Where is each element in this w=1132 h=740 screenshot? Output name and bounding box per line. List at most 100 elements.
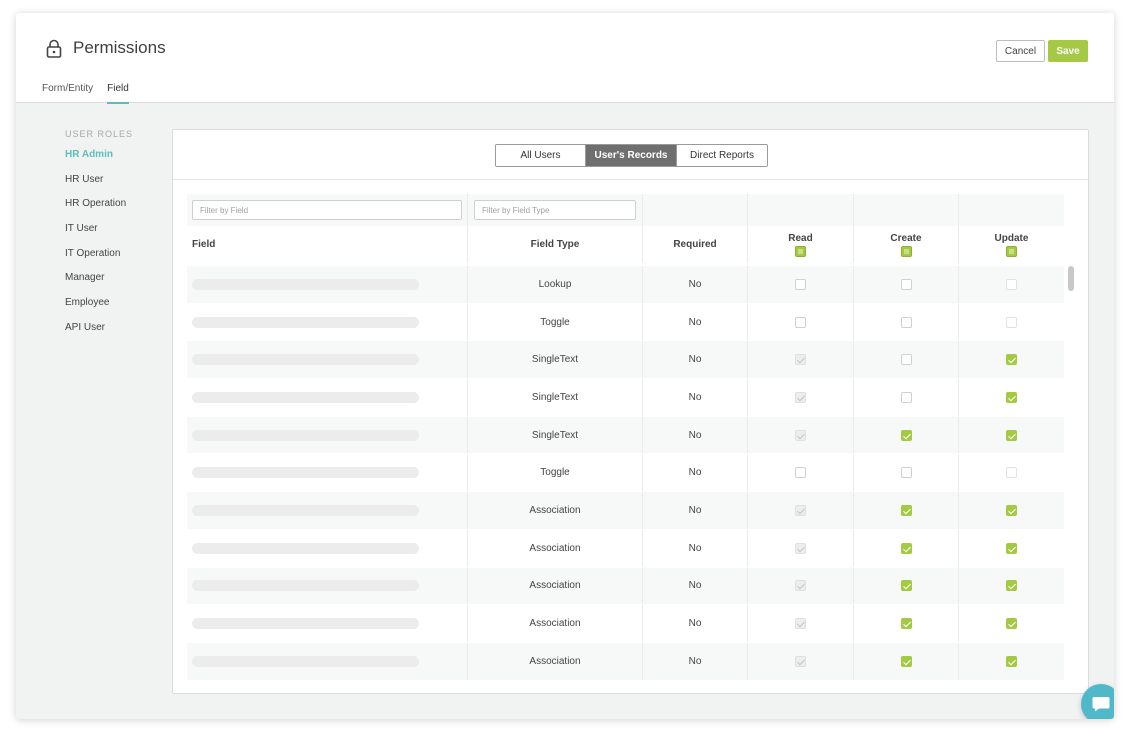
view-tabs: Form/Entity Field — [42, 83, 129, 104]
create-checkbox[interactable] — [900, 467, 912, 479]
field-type-value: SingleText — [531, 391, 579, 403]
create-checkbox[interactable] — [900, 505, 912, 517]
header-row: Field Field Type Required Read Create Up… — [187, 226, 1064, 263]
field-type-value: SingleText — [531, 354, 579, 366]
page-title: Permissions — [73, 38, 166, 57]
filter-field-input[interactable] — [192, 200, 462, 220]
read-checkbox[interactable] — [795, 278, 806, 290]
required-value: No — [688, 429, 702, 441]
field-name-placeholder — [192, 580, 419, 592]
create-checkbox[interactable] — [900, 580, 912, 592]
role-it-user[interactable]: IT User — [65, 223, 133, 248]
filter-row — [187, 194, 1064, 226]
create-checkbox[interactable] — [900, 655, 912, 667]
chat-button[interactable] — [1081, 684, 1114, 719]
permissions-window: Permissions Form/Entity Field Cancel Sav… — [16, 13, 1114, 719]
field-name-placeholder — [192, 467, 419, 479]
read-checkbox — [795, 655, 806, 667]
read-checkbox — [795, 542, 806, 554]
update-checkbox[interactable] — [1006, 580, 1017, 592]
field-name-placeholder — [192, 354, 419, 366]
role-it-operation[interactable]: IT Operation — [65, 248, 133, 273]
create-checkbox[interactable] — [900, 391, 912, 403]
required-value: No — [688, 467, 702, 479]
required-value: No — [688, 505, 702, 517]
create-checkbox[interactable] — [900, 316, 912, 328]
role-hr-admin[interactable]: HR Admin — [65, 149, 133, 174]
scope-all-users[interactable]: All Users — [496, 145, 586, 166]
user-roles-list: USER ROLES HR Admin HR User HR Operation… — [65, 129, 133, 347]
col-header-create: Create — [890, 232, 922, 244]
select-all-read-checkbox[interactable] — [795, 245, 806, 257]
required-value: No — [688, 316, 702, 328]
scope-users-records[interactable]: User's Records — [586, 145, 677, 166]
field-name-placeholder — [192, 278, 419, 290]
update-checkbox[interactable] — [1006, 354, 1017, 366]
table-row: Toggle No — [187, 303, 1064, 341]
table-row: Association No — [187, 529, 1064, 567]
update-checkbox[interactable] — [1006, 467, 1017, 479]
table-row: Lookup No — [187, 266, 1064, 303]
update-checkbox[interactable] — [1006, 618, 1017, 630]
table-row: Toggle No — [187, 454, 1064, 492]
role-api-user[interactable]: API User — [65, 322, 133, 347]
table-row: SingleText No — [187, 341, 1064, 379]
table-scrollbar[interactable] — [1068, 266, 1074, 291]
update-checkbox[interactable] — [1006, 391, 1017, 403]
read-checkbox — [795, 505, 806, 517]
role-hr-operation[interactable]: HR Operation — [65, 198, 133, 223]
table-row: Association No — [187, 605, 1064, 642]
role-employee[interactable]: Employee — [65, 297, 133, 322]
read-checkbox — [795, 429, 806, 441]
create-checkbox[interactable] — [900, 278, 912, 290]
scope-segmented-control: All Users User's Records Direct Reports — [495, 144, 768, 167]
user-roles-heading: USER ROLES — [65, 129, 134, 139]
create-checkbox[interactable] — [900, 429, 912, 441]
update-checkbox[interactable] — [1006, 505, 1017, 517]
panel-divider — [173, 179, 1088, 180]
create-checkbox[interactable] — [900, 354, 912, 366]
col-header-field-type: Field Type — [530, 239, 580, 250]
update-checkbox[interactable] — [1006, 655, 1017, 667]
field-type-value: Association — [529, 542, 581, 554]
field-name-placeholder — [192, 391, 419, 403]
update-checkbox[interactable] — [1006, 542, 1017, 554]
tab-field[interactable]: Field — [107, 83, 129, 104]
field-type-value: Lookup — [538, 278, 572, 290]
save-button[interactable]: Save — [1048, 40, 1088, 62]
create-checkbox[interactable] — [900, 542, 912, 554]
field-name-placeholder — [192, 505, 419, 517]
select-all-create-checkbox[interactable] — [900, 245, 912, 257]
filter-field-type-input[interactable] — [474, 200, 636, 220]
read-checkbox[interactable] — [795, 467, 806, 479]
required-value: No — [688, 618, 702, 630]
table-row: Association No — [187, 567, 1064, 605]
col-header-field: Field — [192, 239, 216, 250]
read-checkbox — [795, 354, 806, 366]
tab-form-entity[interactable]: Form/Entity — [42, 83, 93, 104]
update-checkbox[interactable] — [1006, 278, 1017, 290]
role-hr-user[interactable]: HR User — [65, 174, 133, 199]
read-checkbox[interactable] — [795, 316, 806, 328]
select-all-update-checkbox[interactable] — [1006, 245, 1017, 257]
update-checkbox[interactable] — [1006, 316, 1017, 328]
role-manager[interactable]: Manager — [65, 272, 133, 297]
required-value: No — [688, 580, 702, 592]
read-checkbox — [795, 580, 806, 592]
field-name-placeholder — [192, 542, 419, 554]
table-row: SingleText No — [187, 416, 1064, 454]
col-header-update: Update — [994, 232, 1029, 244]
required-value: No — [688, 655, 702, 667]
read-checkbox — [795, 391, 806, 403]
table-row: Association No — [187, 643, 1064, 680]
read-checkbox — [795, 618, 806, 630]
lock-icon — [46, 39, 62, 58]
create-checkbox[interactable] — [900, 618, 912, 630]
field-name-placeholder — [192, 618, 419, 630]
required-value: No — [688, 278, 702, 290]
update-checkbox[interactable] — [1006, 429, 1017, 441]
cancel-button[interactable]: Cancel — [996, 40, 1045, 62]
header: Permissions Form/Entity Field Cancel Sav… — [16, 13, 1114, 104]
required-value: No — [688, 391, 702, 403]
scope-direct-reports[interactable]: Direct Reports — [677, 145, 767, 166]
